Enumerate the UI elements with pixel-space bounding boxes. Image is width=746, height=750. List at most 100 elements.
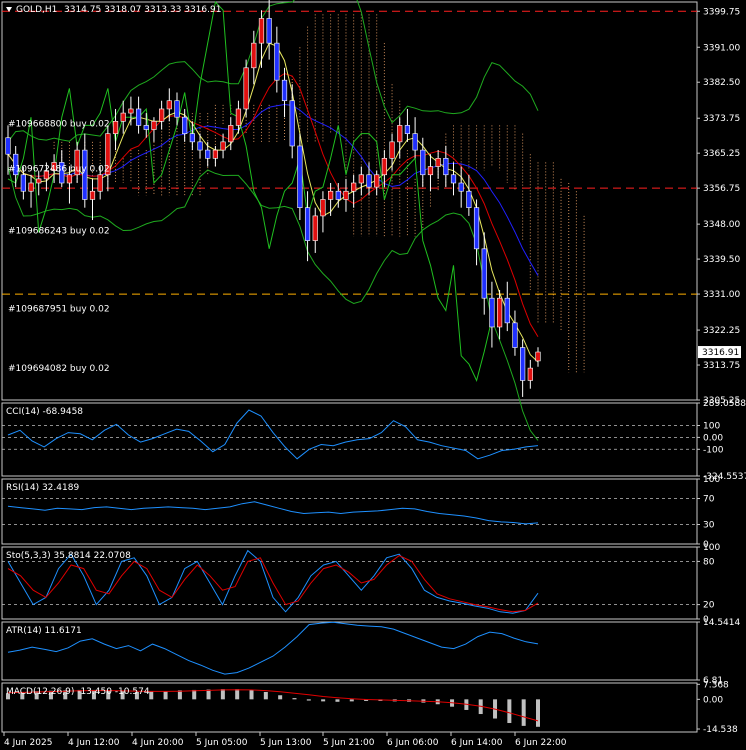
symbol-timeframe: GOLD,H1 bbox=[16, 5, 57, 15]
candle-body[interactable] bbox=[366, 174, 372, 188]
candle-body[interactable] bbox=[166, 100, 172, 110]
candle-body[interactable] bbox=[412, 133, 418, 151]
candle-body[interactable] bbox=[197, 141, 203, 151]
candle-body[interactable] bbox=[527, 367, 533, 381]
macd-histogram-bar bbox=[521, 699, 526, 726]
atr-title: ATR(14) 11.6171 bbox=[6, 626, 82, 636]
candle-body[interactable] bbox=[335, 190, 341, 200]
macd-tick-label: -14.538 bbox=[703, 725, 738, 735]
candle-body[interactable] bbox=[481, 248, 487, 299]
candle-body[interactable] bbox=[281, 79, 288, 102]
candle-body[interactable] bbox=[151, 120, 157, 130]
candle-body[interactable] bbox=[235, 108, 242, 126]
macd-histogram-bar bbox=[263, 691, 268, 700]
macd-histogram-bar bbox=[206, 689, 211, 700]
x-tick-label: 5 Jun 13:00 bbox=[260, 738, 312, 747]
candle-body[interactable] bbox=[389, 141, 395, 159]
candle-body[interactable] bbox=[450, 174, 457, 184]
candle-body[interactable] bbox=[443, 158, 449, 176]
candle-body[interactable] bbox=[189, 133, 195, 143]
stoch-tick-label: 20 bbox=[703, 601, 715, 611]
candle-body[interactable] bbox=[512, 322, 518, 348]
order-label: #109694082 buy 0.02 bbox=[8, 364, 110, 374]
candle-body[interactable] bbox=[251, 42, 257, 69]
macd-histogram-bar bbox=[507, 699, 512, 724]
x-tick-label: 4 Jun 12:00 bbox=[68, 738, 120, 747]
candle-body[interactable] bbox=[458, 182, 464, 192]
candle-body[interactable] bbox=[82, 149, 88, 200]
candle-body[interactable] bbox=[381, 158, 387, 176]
price-tick-label: 3399.75 bbox=[703, 7, 740, 17]
ohlc-values: 3314.75 3318.07 3313.33 3316.91 bbox=[64, 5, 221, 15]
candle-body[interactable] bbox=[473, 207, 480, 250]
candle-body[interactable] bbox=[20, 174, 26, 192]
macd-histogram-bar bbox=[321, 699, 326, 702]
rsi-title: RSI(14) 32.4189 bbox=[6, 483, 79, 493]
chart-svg[interactable]: #109668800 buy 0.02 #109672486 buy 0.02 #1… bbox=[0, 0, 746, 748]
candle-body[interactable] bbox=[420, 149, 426, 176]
price-tick-label: 3391.00 bbox=[703, 43, 740, 53]
candle-body[interactable] bbox=[297, 145, 303, 208]
candle-body[interactable] bbox=[520, 347, 526, 381]
candle-body[interactable] bbox=[312, 215, 318, 241]
candle-body[interactable] bbox=[5, 137, 11, 155]
candle-body[interactable] bbox=[182, 116, 188, 134]
macd-histogram-bar bbox=[292, 698, 297, 700]
candle-body[interactable] bbox=[135, 108, 142, 126]
candle-body[interactable] bbox=[266, 18, 272, 44]
candle-body[interactable] bbox=[205, 149, 211, 159]
candle-body[interactable] bbox=[404, 125, 411, 134]
candle-body[interactable] bbox=[258, 18, 265, 44]
candle-body[interactable] bbox=[174, 100, 180, 118]
candle-body[interactable] bbox=[89, 190, 96, 200]
panel-frame-cci bbox=[1, 402, 698, 477]
candle-body[interactable] bbox=[397, 125, 403, 143]
candle-body[interactable] bbox=[36, 178, 42, 184]
macd-histogram-bar bbox=[235, 689, 240, 700]
price-tick-label: 3373.75 bbox=[703, 114, 740, 124]
candle-body[interactable] bbox=[358, 174, 364, 184]
candle-body[interactable] bbox=[304, 207, 311, 241]
rsi-tick-label: 30 bbox=[703, 521, 715, 531]
candle-body[interactable] bbox=[112, 120, 119, 134]
candle-body[interactable] bbox=[535, 351, 541, 362]
candle-body[interactable] bbox=[212, 149, 218, 159]
x-tick-label: 5 Jun 21:00 bbox=[323, 738, 375, 747]
candle-body[interactable] bbox=[143, 125, 149, 130]
bollinger-middle-line bbox=[7, 103, 539, 276]
candle-body[interactable] bbox=[228, 125, 234, 143]
stoch-tick-label: 80 bbox=[703, 557, 715, 567]
candle-body[interactable] bbox=[289, 100, 295, 147]
atr-series-line bbox=[7, 621, 539, 675]
candle-body[interactable] bbox=[320, 199, 326, 217]
candle-body[interactable] bbox=[128, 108, 134, 114]
candle-body[interactable] bbox=[120, 112, 126, 122]
candle-body[interactable] bbox=[343, 190, 349, 200]
candle-body[interactable] bbox=[374, 174, 380, 188]
candle-body[interactable] bbox=[504, 297, 510, 324]
candle-body[interactable] bbox=[274, 42, 280, 81]
macd-histogram-bar bbox=[249, 689, 254, 700]
price-tick-label: 3348.00 bbox=[703, 220, 740, 230]
candle-body[interactable] bbox=[466, 190, 472, 208]
candle-body[interactable] bbox=[489, 297, 495, 328]
candle-body[interactable] bbox=[243, 67, 249, 110]
candle-body[interactable] bbox=[220, 141, 226, 151]
stoch-title: Sto(5,3,3) 35.8814 22.0708 bbox=[6, 551, 131, 561]
candle-body[interactable] bbox=[159, 108, 165, 122]
macd-histogram-bar bbox=[349, 699, 354, 702]
cci-tick-label: 100 bbox=[703, 421, 720, 431]
candle-body[interactable] bbox=[427, 166, 434, 176]
candle-body[interactable] bbox=[97, 174, 103, 192]
candle-body[interactable] bbox=[328, 190, 334, 200]
candle-body[interactable] bbox=[496, 297, 503, 328]
price-tick-label: 3356.75 bbox=[703, 184, 740, 194]
candle-body[interactable] bbox=[28, 182, 34, 192]
trading-chart[interactable]: #109668800 buy 0.02 #109672486 buy 0.02 #1… bbox=[0, 0, 746, 748]
candle-body[interactable] bbox=[66, 174, 73, 184]
candle-body[interactable] bbox=[435, 158, 441, 167]
macd-histogram-bar bbox=[278, 695, 283, 700]
candle-body[interactable] bbox=[351, 182, 357, 192]
price-tick-label: 3382.50 bbox=[703, 78, 740, 88]
bollinger-lower-line bbox=[7, 166, 539, 441]
